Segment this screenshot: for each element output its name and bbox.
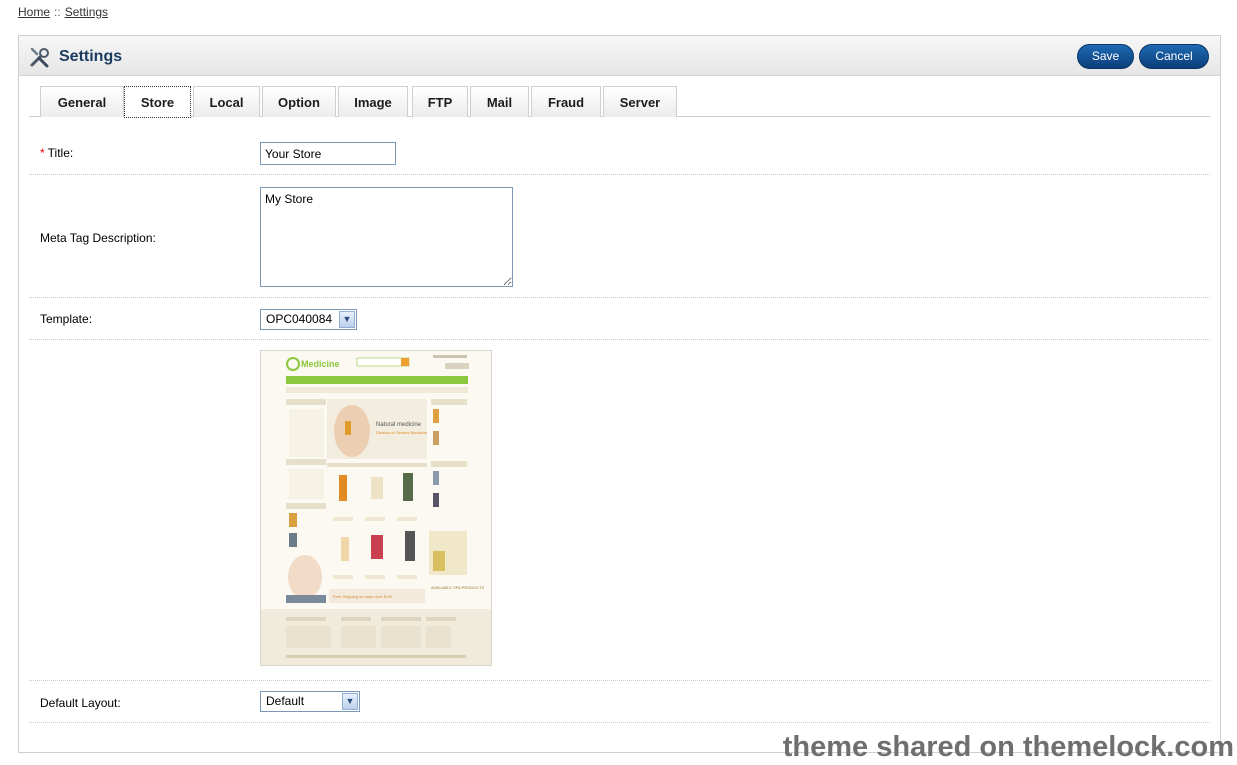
save-button[interactable]: Save	[1077, 44, 1134, 69]
panel-content: General Store Local Option Image FTP Mai…	[29, 76, 1210, 752]
template-preview-graphic: Medicine Natural medicine Division of Ge…	[261, 351, 491, 665]
title-input[interactable]	[260, 142, 396, 165]
meta-description-row: Meta Tag Description: My Store	[29, 175, 1210, 298]
tab-mail[interactable]: Mail	[470, 86, 529, 117]
panel-header: Settings Save Cancel	[19, 36, 1220, 76]
default-layout-select[interactable]: Default ▼	[260, 691, 360, 712]
template-select[interactable]: OPC040084 ▼	[260, 309, 357, 330]
tab-fraud[interactable]: Fraud	[531, 86, 601, 117]
default-layout-label: Default Layout:	[40, 696, 121, 710]
preview-spa-text: AVAILABLE SPA PRODUCTS	[431, 585, 484, 590]
preview-logo-text: Medicine	[301, 359, 340, 369]
breadcrumb-home-link[interactable]: Home	[18, 5, 50, 19]
settings-tools-icon	[30, 47, 49, 68]
default-layout-row: Default Layout: Default ▼	[29, 681, 1210, 723]
chevron-down-icon: ▼	[342, 693, 358, 710]
required-marker: *	[40, 146, 45, 160]
tab-general[interactable]: General	[40, 86, 124, 117]
tab-ftp[interactable]: FTP	[412, 86, 468, 117]
page-title: Settings	[59, 48, 123, 65]
breadcrumb: Home:: Settings	[18, 5, 108, 19]
tab-image[interactable]: Image	[338, 86, 408, 117]
template-select-value: OPC040084	[266, 312, 333, 326]
tab-server[interactable]: Server	[603, 86, 677, 117]
meta-description-textarea[interactable]: My Store	[260, 187, 513, 287]
watermark-text: theme shared on themelock.com	[782, 731, 1234, 763]
title-label: * Title:	[40, 146, 74, 160]
breadcrumb-separator: ::	[54, 5, 61, 19]
settings-panel: Settings Save Cancel General Store Local…	[18, 35, 1221, 753]
cancel-button[interactable]: Cancel	[1139, 44, 1209, 69]
preview-banner-title: Natural medicine	[376, 422, 422, 428]
chevron-down-icon: ▼	[339, 311, 355, 328]
template-row: Template: OPC040084 ▼	[29, 298, 1210, 340]
default-layout-select-value: Default	[266, 694, 305, 708]
preview-banner-subtitle: Division of General Medicine	[376, 430, 428, 435]
template-preview-row: Medicine Natural medicine Division of Ge…	[29, 340, 1210, 681]
tab-option[interactable]: Option	[262, 86, 336, 117]
title-row: * Title:	[29, 134, 1210, 175]
meta-description-label: Meta Tag Description:	[40, 231, 156, 245]
tab-bar: General Store Local Option Image FTP Mai…	[29, 86, 1210, 118]
tab-store[interactable]: Store	[124, 86, 191, 118]
breadcrumb-settings-link[interactable]: Settings	[65, 5, 108, 19]
template-label: Template:	[40, 312, 93, 326]
preview-shipping-text: Free Shipping on order over $ 99	[333, 594, 392, 599]
template-preview-image: Medicine Natural medicine Division of Ge…	[260, 350, 492, 666]
tab-local[interactable]: Local	[193, 86, 260, 117]
